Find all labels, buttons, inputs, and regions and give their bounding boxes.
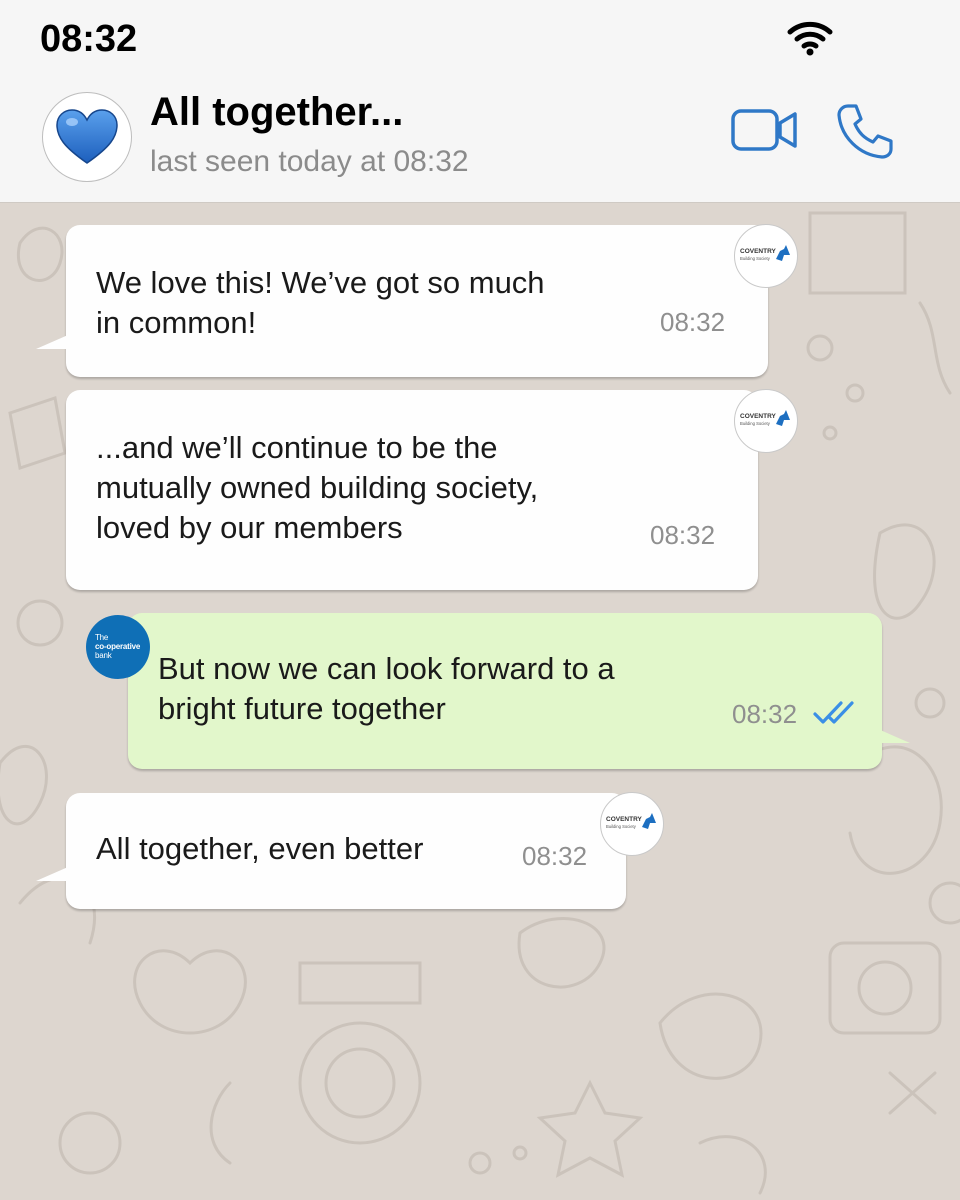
message-time: 08:32 (660, 307, 726, 337)
coop-logo-line-2: co-operative (95, 642, 141, 651)
message-text: ...and we’ll continue to be the mutually… (96, 430, 539, 545)
coventry-logo-icon: COVENTRY Building Society (740, 410, 790, 426)
status-time: 08:32 (40, 18, 138, 60)
coventry-logo-avatar: COVENTRY Building Society (734, 224, 798, 288)
message-bubble-outgoing[interactable]: But now we can look forward to a bright … (128, 613, 882, 769)
coventry-logo-avatar: COVENTRY Building Society (600, 792, 664, 856)
message-time: 08:32 (522, 841, 588, 871)
wifi-icon (787, 21, 833, 56)
message-text: But now we can look forward to a bright … (158, 651, 615, 726)
video-call-icon[interactable] (730, 108, 800, 152)
bubble-tail (36, 335, 68, 349)
message-time: 08:32 (732, 699, 798, 729)
phone-icon[interactable] (836, 102, 894, 160)
message-text: We love this! We’ve got so much in commo… (96, 265, 545, 340)
message-text: All together, even better (96, 831, 424, 866)
coop-bank-logo-text: The co-operative bank (95, 633, 140, 660)
last-seen: last seen today at 08:32 (150, 145, 469, 178)
bubble-tail (878, 729, 910, 743)
coventry-logo-avatar: COVENTRY Building Society (734, 389, 798, 453)
message-bubble-incoming[interactable]: ...and we’ll continue to be the mutually… (66, 390, 758, 590)
chat-area: We love this! We’ve got so much in commo… (0, 203, 960, 1200)
coventry-logo-subtext: Building Society (740, 421, 771, 426)
message-time: 08:32 (650, 520, 716, 550)
coventry-logo-subtext: Building Society (606, 824, 637, 829)
coop-logo-line-1: The (95, 633, 109, 642)
coop-bank-logo-avatar: The co-operative bank (86, 615, 150, 679)
message-bubble-incoming[interactable]: All together, even better 08:32 (66, 793, 626, 909)
chat-header: 08:32 All together... last seen today at… (0, 0, 960, 203)
coop-logo-line-3: bank (95, 651, 112, 660)
contact-avatar[interactable] (42, 92, 132, 182)
coventry-logo-text: COVENTRY (740, 413, 777, 420)
coventry-logo-text: COVENTRY (740, 248, 777, 255)
blue-heart-icon (56, 109, 118, 164)
coventry-logo-subtext: Building Society (740, 256, 771, 261)
coventry-logo-text: COVENTRY (606, 816, 643, 823)
coventry-logo-icon: COVENTRY Building Society (606, 813, 656, 829)
message-bubble-incoming[interactable]: We love this! We’ve got so much in commo… (66, 225, 768, 377)
coventry-logo-icon: COVENTRY Building Society (740, 245, 790, 261)
double-check-icon (813, 701, 854, 724)
bubble-tail (36, 867, 68, 881)
chat-title[interactable]: All together... (150, 90, 403, 135)
